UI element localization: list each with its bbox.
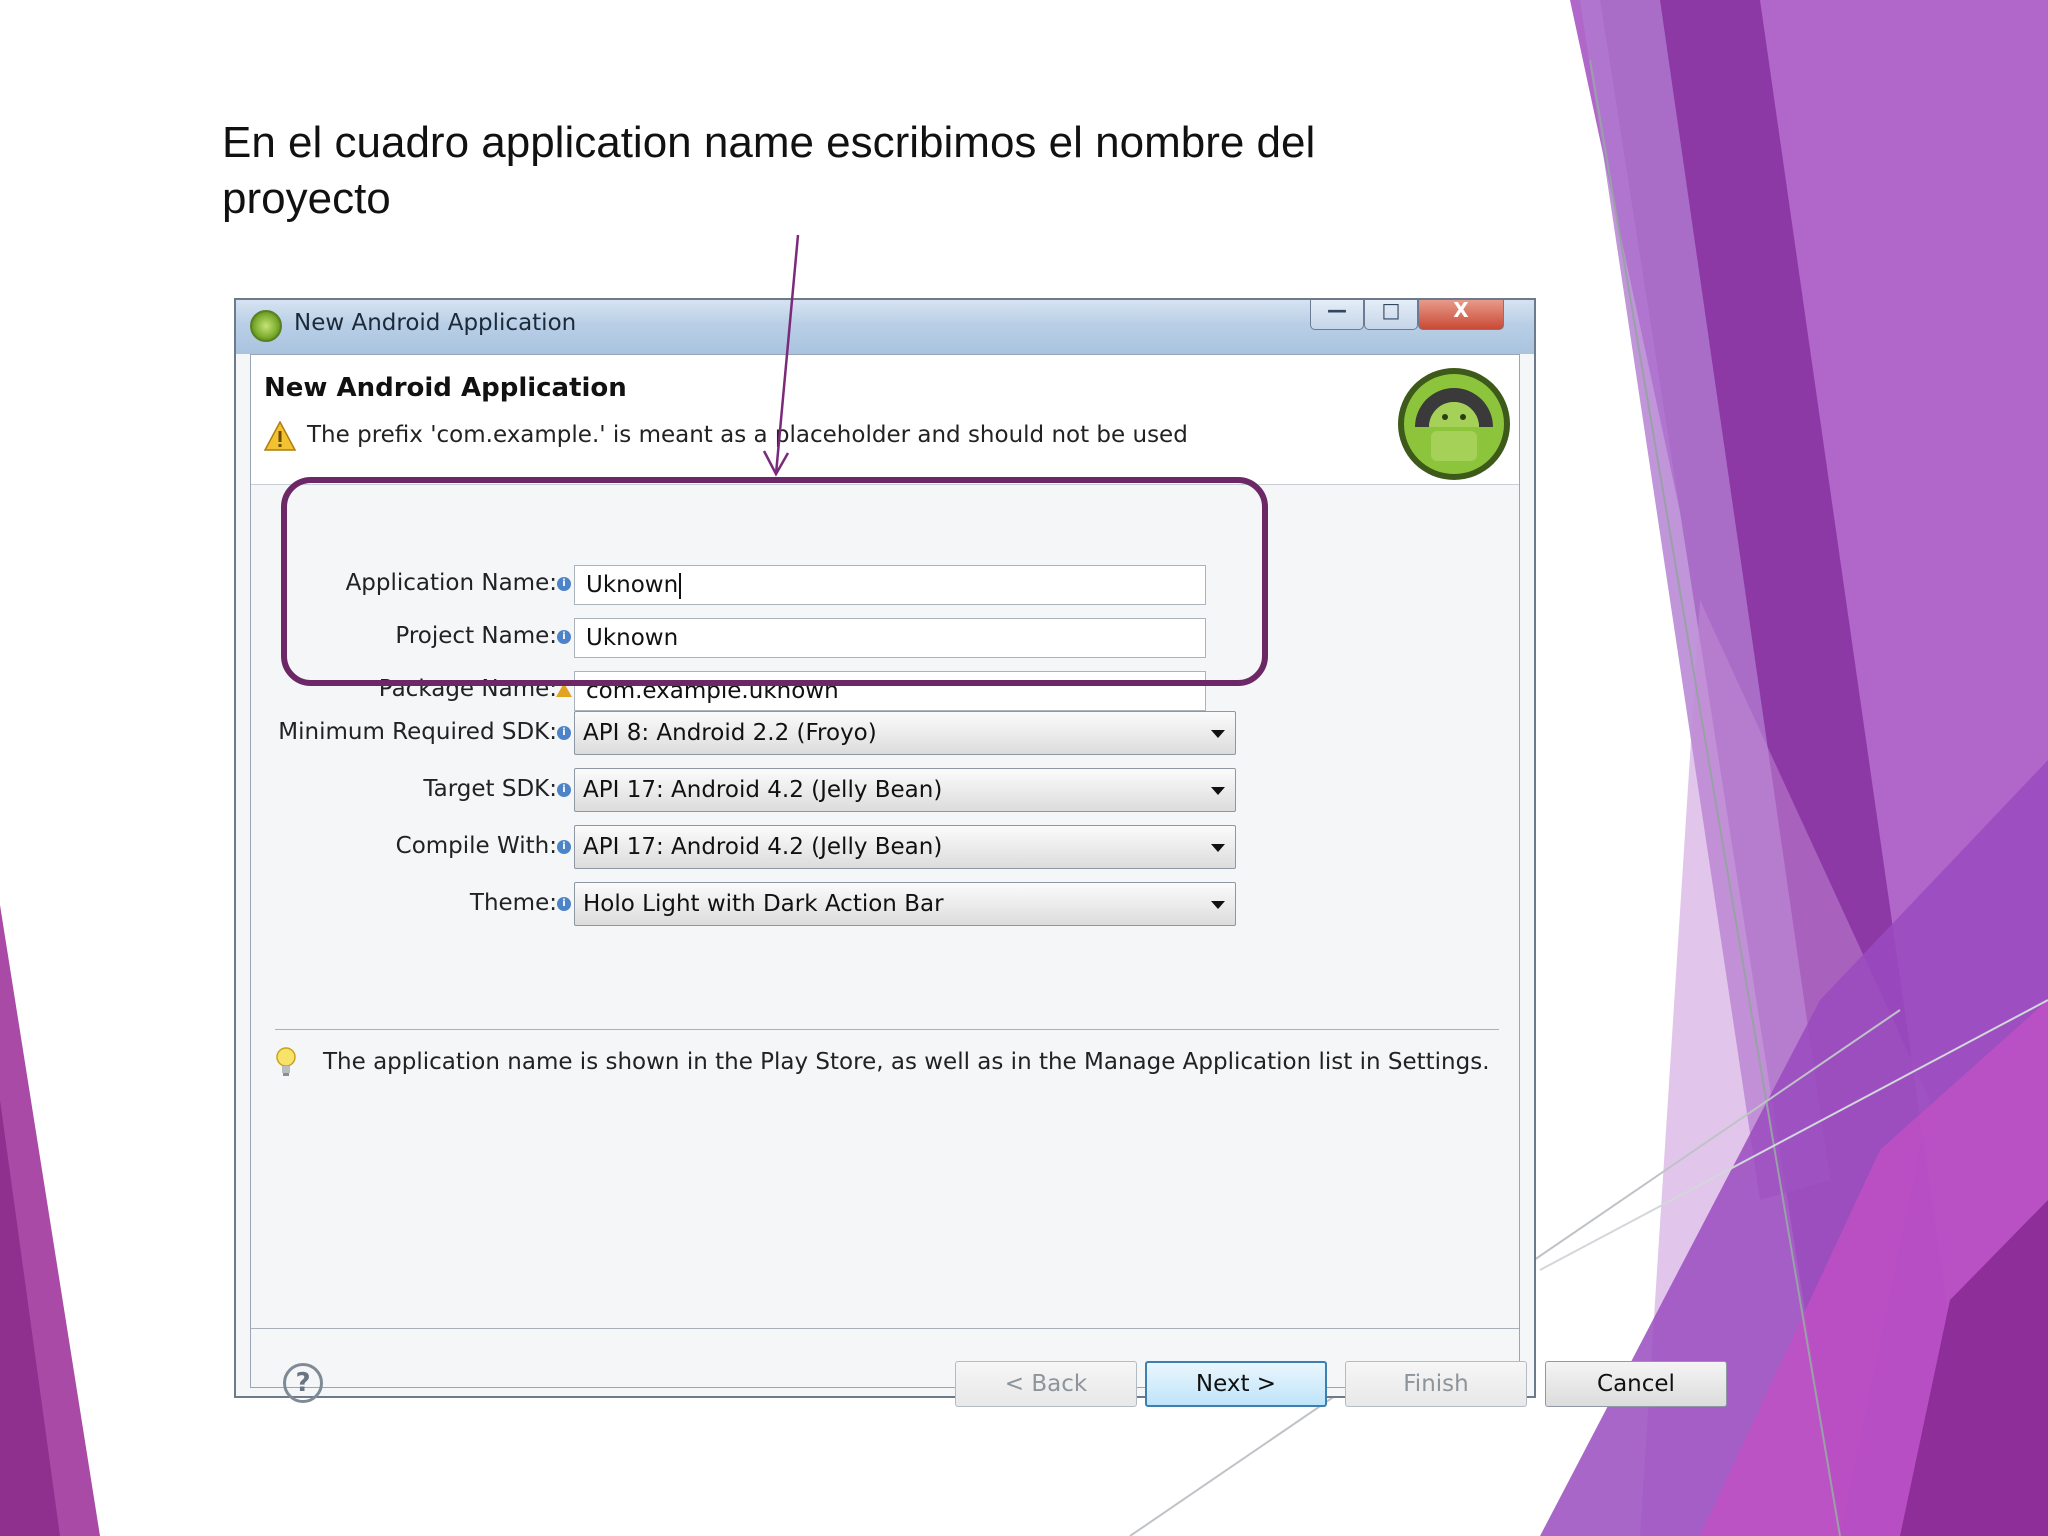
compile-with-value: API 17: Android 4.2 (Jelly Bean) (583, 834, 943, 860)
help-icon[interactable]: ? (283, 1363, 323, 1403)
lightbulb-icon (276, 1047, 296, 1076)
info-icon: i (557, 897, 571, 911)
close-button[interactable]: X (1418, 298, 1504, 330)
target-sdk-value: API 17: Android 4.2 (Jelly Bean) (583, 777, 943, 803)
next-button[interactable]: Next > (1145, 1361, 1327, 1407)
close-icon: X (1453, 298, 1469, 322)
warning-message: The prefix 'com.example.' is meant as a … (307, 422, 1188, 448)
dropdown-arrow-icon (1211, 901, 1225, 909)
android-logo-icon (1398, 368, 1510, 480)
minimize-icon: — (1327, 298, 1347, 322)
theme-value: Holo Light with Dark Action Bar (583, 891, 944, 917)
footer-divider (251, 1328, 1519, 1329)
dropdown-arrow-icon (1211, 730, 1225, 738)
compile-with-select[interactable]: API 17: Android 4.2 (Jelly Bean) (574, 825, 1236, 869)
minimize-button[interactable]: — (1310, 298, 1364, 330)
min-sdk-label: Minimum Required SDK: (278, 719, 557, 745)
wizard-banner: New Android Application The prefix 'com.… (251, 355, 1519, 485)
target-sdk-select[interactable]: API 17: Android 4.2 (Jelly Bean) (574, 768, 1236, 812)
hint-message: The application name is shown in the Pla… (323, 1049, 1490, 1075)
finish-button[interactable]: Finish (1345, 1361, 1527, 1407)
divider (275, 1029, 1499, 1030)
info-icon: i (557, 726, 571, 740)
info-icon: i (557, 840, 571, 854)
wizard-title: New Android Application (264, 373, 627, 403)
min-sdk-value: API 8: Android 2.2 (Froyo) (583, 720, 877, 746)
dropdown-arrow-icon (1211, 787, 1225, 795)
dropdown-arrow-icon (1211, 844, 1225, 852)
min-sdk-select[interactable]: API 8: Android 2.2 (Froyo) (574, 711, 1236, 755)
maximize-icon: □ (1381, 298, 1401, 322)
info-icon: i (557, 783, 571, 797)
theme-select[interactable]: Holo Light with Dark Action Bar (574, 882, 1236, 926)
theme-label: Theme: (469, 890, 557, 916)
target-sdk-label: Target SDK: (423, 776, 557, 802)
back-button[interactable]: < Back (955, 1361, 1137, 1407)
name-fields-highlight (281, 477, 1268, 686)
cancel-button[interactable]: Cancel (1545, 1361, 1727, 1407)
new-android-application-dialog: New Android Application — □ X New Androi… (234, 298, 1727, 1407)
slide-title: En el cuadro application name escribimos… (222, 118, 1316, 223)
warning-icon (264, 421, 296, 451)
window-title: New Android Application (294, 310, 577, 336)
maximize-button[interactable]: □ (1364, 298, 1418, 330)
compile-with-label: Compile With: (395, 833, 557, 859)
android-app-icon (250, 310, 282, 342)
window-titlebar[interactable]: New Android Application — □ X (236, 298, 1534, 354)
